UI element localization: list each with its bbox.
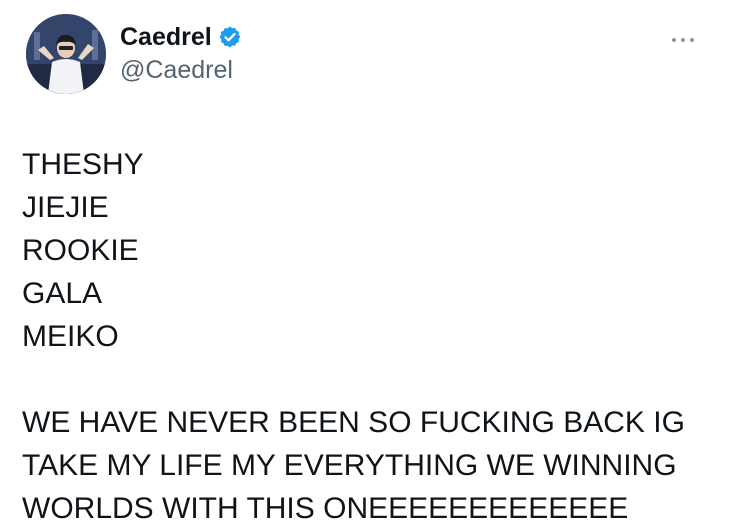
profile-photo (26, 14, 106, 94)
roster-line: THESHY (22, 148, 144, 181)
tweet-header: Caedrel @Caedrel (26, 14, 242, 94)
display-name-row: Caedrel (120, 22, 242, 52)
message-line: TAKE MY LIFE MY EVERYTHING WE WINNING (22, 449, 677, 482)
message-line: WORLDS WITH THIS ONEEEEEEEEEEEEE (22, 492, 629, 525)
author-info: Caedrel @Caedrel (120, 22, 242, 86)
verified-badge-icon (219, 26, 241, 48)
roster-line: ROOKIE (22, 234, 139, 267)
handle[interactable]: @Caedrel (120, 54, 242, 86)
more-options-icon (672, 38, 694, 42)
display-name[interactable]: Caedrel (120, 22, 212, 52)
roster-line: JIEJIE (22, 191, 109, 224)
avatar[interactable] (26, 14, 106, 94)
paragraph-break (22, 358, 722, 401)
more-options-button[interactable] (671, 32, 695, 42)
tweet-text: THESHY JIEJIE ROOKIE GALA MEIKO WE HAVE … (22, 143, 722, 530)
roster-line: GALA (22, 277, 103, 310)
message-line: WE HAVE NEVER BEEN SO FUCKING BACK IG (22, 406, 685, 439)
roster-line: MEIKO (22, 320, 119, 353)
